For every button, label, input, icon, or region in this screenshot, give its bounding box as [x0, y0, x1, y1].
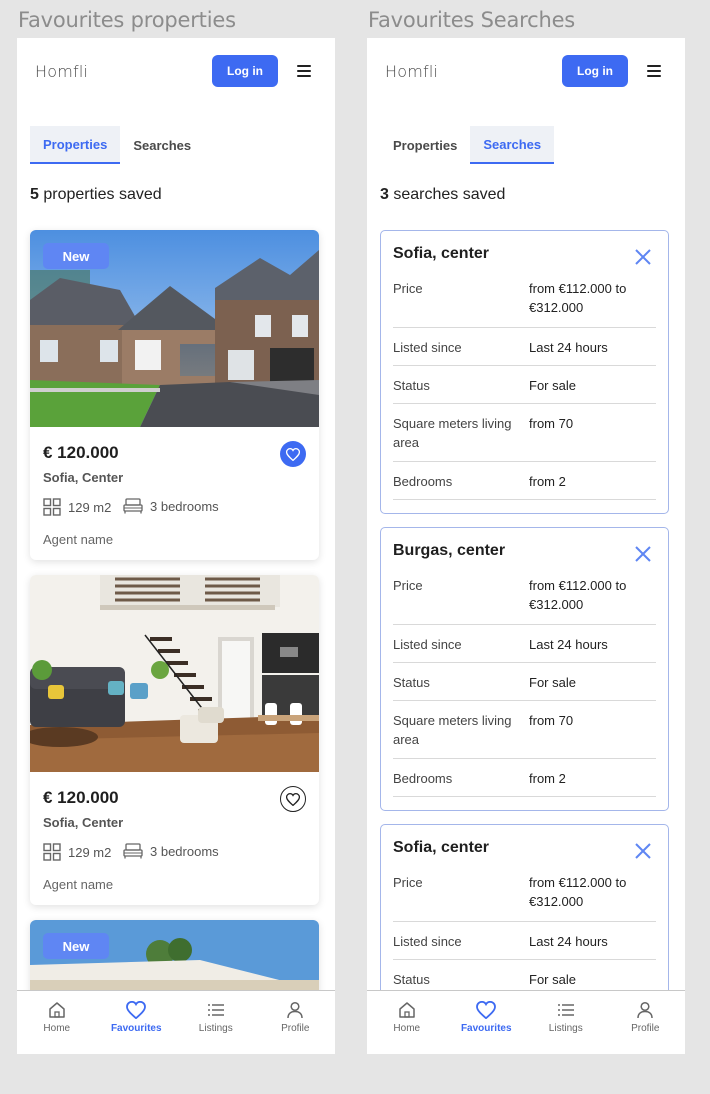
search-row-listed-since: Listed since Last 24 hours: [393, 922, 656, 960]
favourites-tabs: Properties Searches: [380, 126, 555, 164]
frame-title-searches: Favourites Searches: [368, 8, 576, 32]
search-row-price: Price from €112.000 to €312.000: [393, 269, 656, 328]
saved-count: 3 searches saved: [380, 186, 506, 203]
tab-searches[interactable]: Searches: [470, 126, 555, 164]
favourites-tabs: Properties Searches: [30, 126, 204, 164]
property-bedrooms: 3 bedrooms: [123, 843, 219, 859]
new-badge: New: [43, 243, 109, 269]
property-bedrooms: 3 bedrooms: [123, 498, 219, 514]
bottom-navigation: Home Favourites Listings Profile: [17, 990, 335, 1054]
search-row-listed-since: Listed since Last 24 hours: [393, 625, 656, 663]
app-header: Homfli Log in: [367, 38, 685, 104]
agent-name[interactable]: Agent name: [43, 532, 113, 547]
hamburger-menu-icon[interactable]: [644, 64, 664, 78]
search-row-bedrooms: Bedrooms from 2: [393, 462, 656, 500]
bed-icon: [123, 843, 143, 859]
nav-home[interactable]: Home: [17, 991, 97, 1054]
nav-favourites[interactable]: Favourites: [97, 991, 177, 1054]
heart-icon: [286, 447, 300, 461]
property-area: 129 m2: [43, 498, 111, 516]
heart-icon: [476, 1001, 497, 1019]
login-button[interactable]: Log in: [562, 55, 628, 87]
search-row-listed-since: Listed since Last 24 hours: [393, 328, 656, 366]
property-price: € 120.000: [43, 443, 119, 462]
search-row-living-area: Square meters living area from 70: [393, 404, 656, 462]
saved-search-title: Burgas, center: [393, 542, 506, 559]
favourites-searches-screen: Homfli Log in Properties Searches 3 sear…: [367, 38, 685, 1054]
list-icon: [557, 1004, 574, 1016]
property-location: Sofia, Center: [43, 815, 124, 830]
close-icon[interactable]: [634, 248, 652, 266]
favourite-toggle[interactable]: [280, 441, 306, 467]
nav-listings[interactable]: Listings: [526, 991, 606, 1054]
nav-home[interactable]: Home: [367, 991, 447, 1054]
saved-count: 5 properties saved: [30, 186, 162, 203]
search-row-status: Status For sale: [393, 663, 656, 701]
property-photo[interactable]: [30, 575, 319, 772]
close-icon[interactable]: [634, 842, 652, 860]
property-photo[interactable]: New: [30, 230, 319, 427]
logo[interactable]: Homfli: [35, 62, 88, 81]
property-card[interactable]: € 120.000 Sofia, Center 129 m2 3 bedroom…: [30, 575, 319, 905]
tab-searches[interactable]: Searches: [120, 126, 204, 164]
heart-outline-icon: [286, 792, 300, 806]
nav-profile[interactable]: Profile: [606, 991, 686, 1054]
heart-icon: [126, 1001, 147, 1019]
login-button[interactable]: Log in: [212, 55, 278, 87]
area-icon: [43, 843, 61, 861]
saved-search-card[interactable]: Sofia, center Price from €112.000 to €312…: [380, 230, 669, 514]
nav-listings[interactable]: Listings: [176, 991, 256, 1054]
favourite-toggle[interactable]: [280, 786, 306, 812]
search-row-price: Price from €112.000 to €312.000: [393, 863, 656, 922]
property-price: € 120.000: [43, 788, 119, 807]
property-area: 129 m2: [43, 843, 111, 861]
hamburger-menu-icon[interactable]: [294, 64, 314, 78]
search-row-bedrooms: Bedrooms from 2: [393, 759, 656, 797]
user-icon: [287, 1001, 303, 1019]
search-row-living-area: Square meters living area from 70: [393, 701, 656, 759]
tab-properties[interactable]: Properties: [30, 126, 121, 164]
home-icon: [49, 1002, 65, 1018]
area-icon: [43, 498, 61, 516]
new-badge: New: [43, 933, 109, 959]
frame-title-properties: Favourites properties: [18, 8, 236, 32]
saved-search-title: Sofia, center: [393, 839, 490, 856]
nav-profile[interactable]: Profile: [256, 991, 336, 1054]
saved-search-card[interactable]: Burgas, center Price from €112.000 to €31…: [380, 527, 669, 811]
search-row-status: Status For sale: [393, 366, 656, 404]
favourites-properties-screen: Homfli Log in Properties Searches 5 prop…: [17, 38, 335, 1054]
saved-search-title: Sofia, center: [393, 245, 490, 262]
property-location: Sofia, Center: [43, 470, 124, 485]
list-icon: [207, 1004, 224, 1016]
close-icon[interactable]: [634, 545, 652, 563]
bottom-navigation: Home Favourites Listings Profile: [367, 990, 685, 1054]
property-card[interactable]: New € 120.000 Sofia, Center 129 m2 3 bed…: [30, 230, 319, 560]
bed-icon: [123, 498, 143, 514]
agent-name[interactable]: Agent name: [43, 877, 113, 892]
logo[interactable]: Homfli: [385, 62, 438, 81]
app-header: Homfli Log in: [17, 38, 335, 104]
user-icon: [637, 1001, 653, 1019]
search-row-price: Price from €112.000 to €312.000: [393, 566, 656, 625]
nav-favourites[interactable]: Favourites: [447, 991, 527, 1054]
tab-properties[interactable]: Properties: [380, 126, 470, 164]
home-icon: [399, 1002, 415, 1018]
